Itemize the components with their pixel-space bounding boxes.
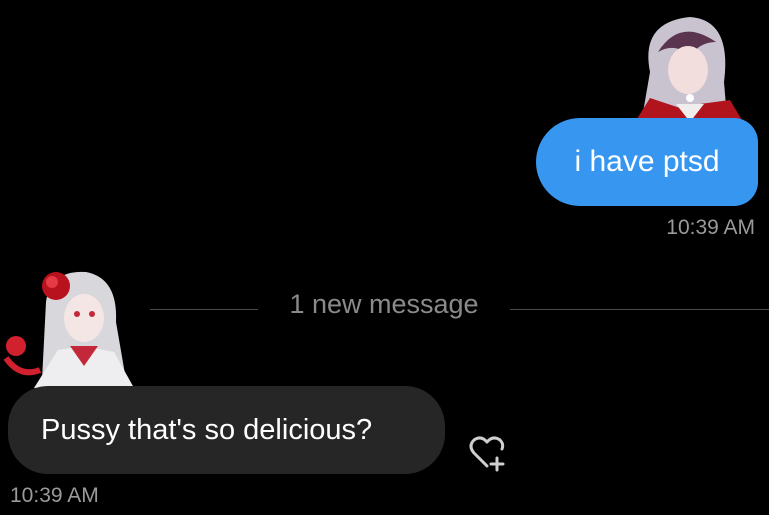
new-message-divider-label: 1 new message [289,289,479,319]
recipient-avatar-sticker [0,262,150,392]
divider-line-right [510,309,769,310]
outgoing-message-text: i have ptsd [574,145,720,178]
incoming-timestamp: 10:39 AM [10,484,99,507]
incoming-message-bubble[interactable]: Pussy that's so delicious? [8,386,445,474]
outgoing-timestamp: 10:39 AM [666,216,755,239]
sender-avatar-sticker [620,12,748,132]
outgoing-message-bubble[interactable]: i have ptsd [536,118,758,206]
incoming-message-text: Pussy that's so delicious? [41,413,373,446]
heart-plus-icon[interactable] [466,432,508,474]
